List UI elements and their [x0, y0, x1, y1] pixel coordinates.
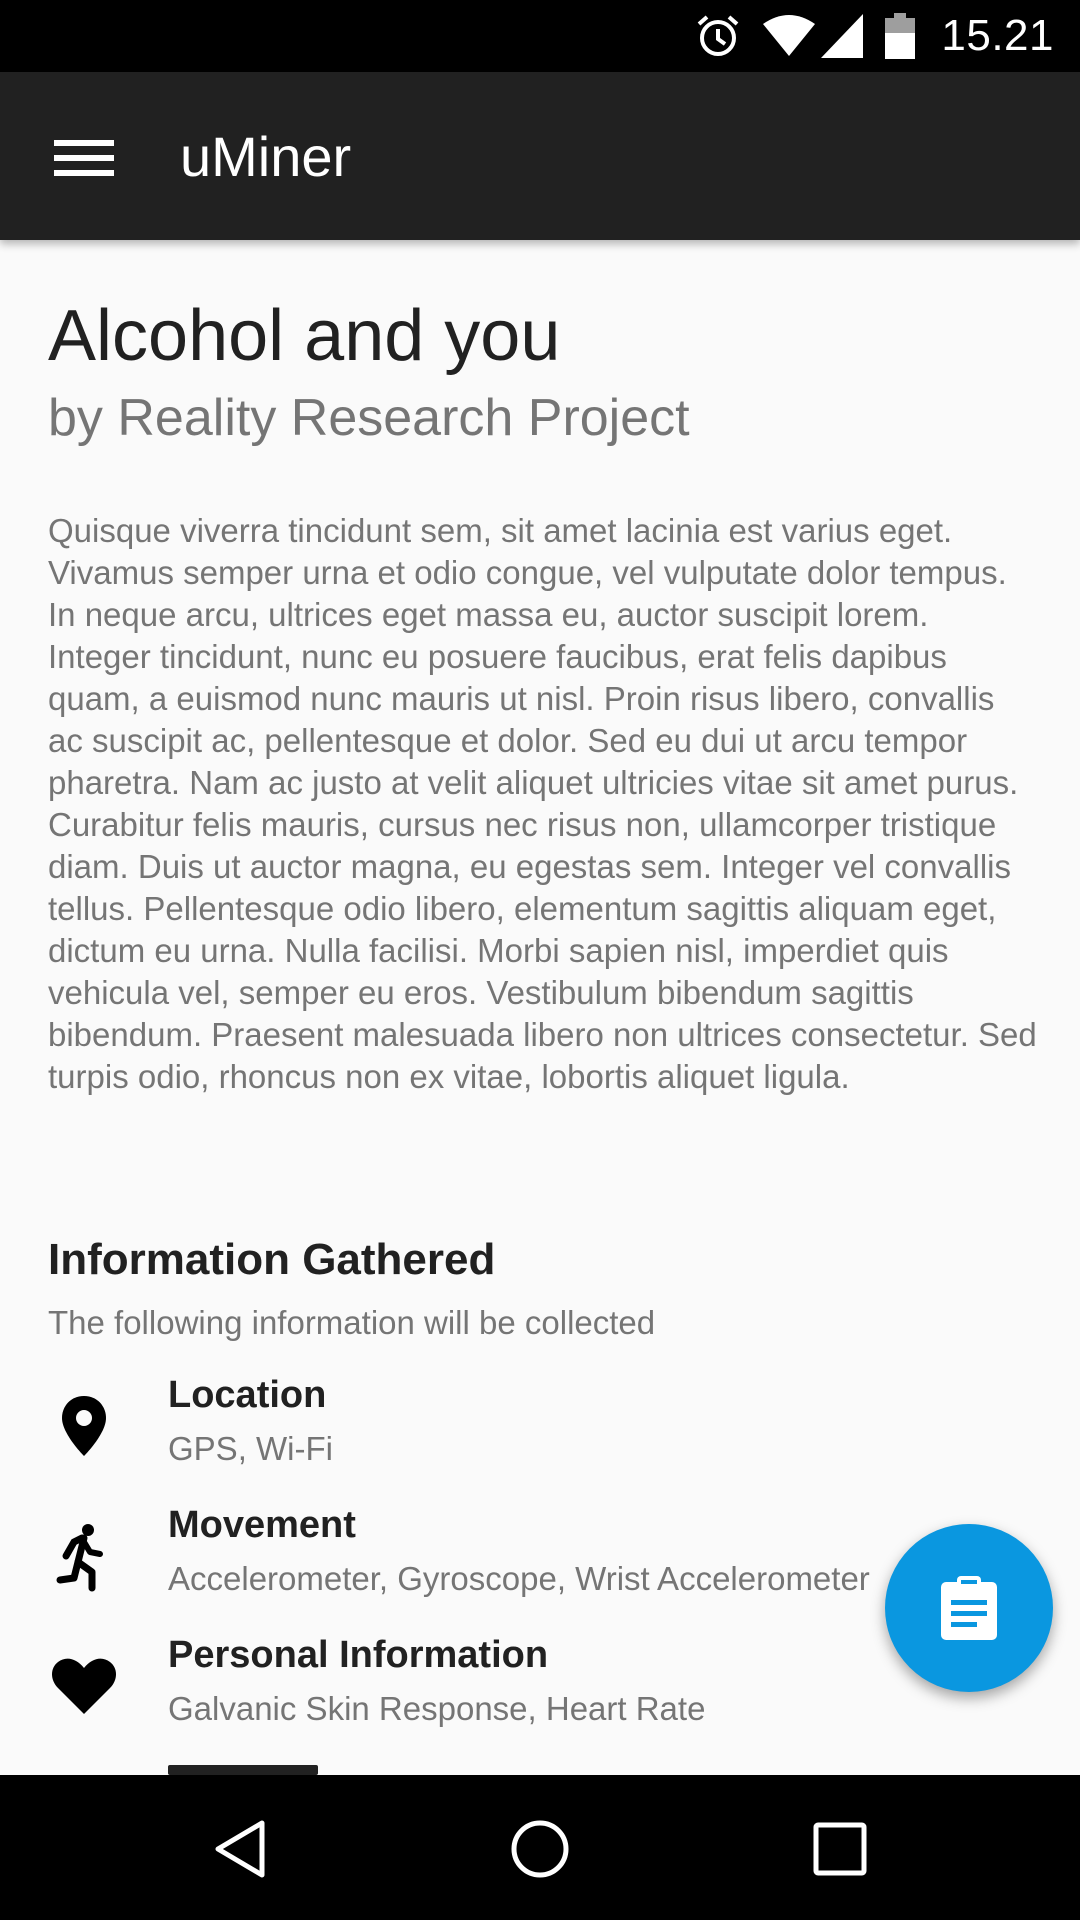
recents-icon[interactable] [808, 1817, 872, 1881]
status-icons: 15.21 [673, 0, 1054, 72]
info-item-location: Location GPS, Wi-Fi [0, 1376, 1080, 1496]
location-pin-icon [48, 1390, 120, 1462]
battery-icon [885, 13, 916, 59]
info-item-name: Personal Information [168, 1634, 549, 1676]
section-subtitle: The following information will be collec… [48, 1304, 656, 1341]
app-bar: uMiner [0, 72, 1080, 240]
menu-icon[interactable] [54, 138, 114, 178]
heart-icon [48, 1650, 120, 1722]
status-time: 15.21 [941, 11, 1054, 60]
study-description: Quisque viverra tincidunt sem, sit amet … [48, 512, 1037, 1095]
app-title: uMiner [180, 125, 352, 188]
section-title: Information Gathered [48, 1235, 496, 1284]
alarm-icon [695, 13, 741, 59]
study-author: by Reality Research Project [48, 389, 690, 447]
fab-clipboard-button[interactable] [885, 1524, 1053, 1692]
info-item-partial [168, 1765, 318, 1775]
running-person-icon [48, 1520, 120, 1592]
clipboard-icon [941, 1576, 997, 1640]
info-item-detail: Galvanic Skin Response, Heart Rate [168, 1690, 706, 1727]
study-title: Alcohol and you [48, 296, 561, 376]
info-item-name: Movement [168, 1504, 356, 1546]
signal-icon [821, 14, 864, 58]
info-item-detail: GPS, Wi-Fi [168, 1430, 333, 1467]
home-icon[interactable] [508, 1817, 572, 1881]
info-item-detail: Accelerometer, Gyroscope, Wrist Accelero… [168, 1560, 870, 1597]
wifi-icon [763, 14, 816, 58]
back-icon[interactable] [208, 1817, 272, 1881]
navigation-bar [0, 1775, 1080, 1920]
status-bar: 15.21 [0, 0, 1080, 72]
screen: 15.21 uMiner Alcohol and you by Reality … [0, 0, 1080, 1920]
info-item-name: Location [168, 1374, 327, 1416]
